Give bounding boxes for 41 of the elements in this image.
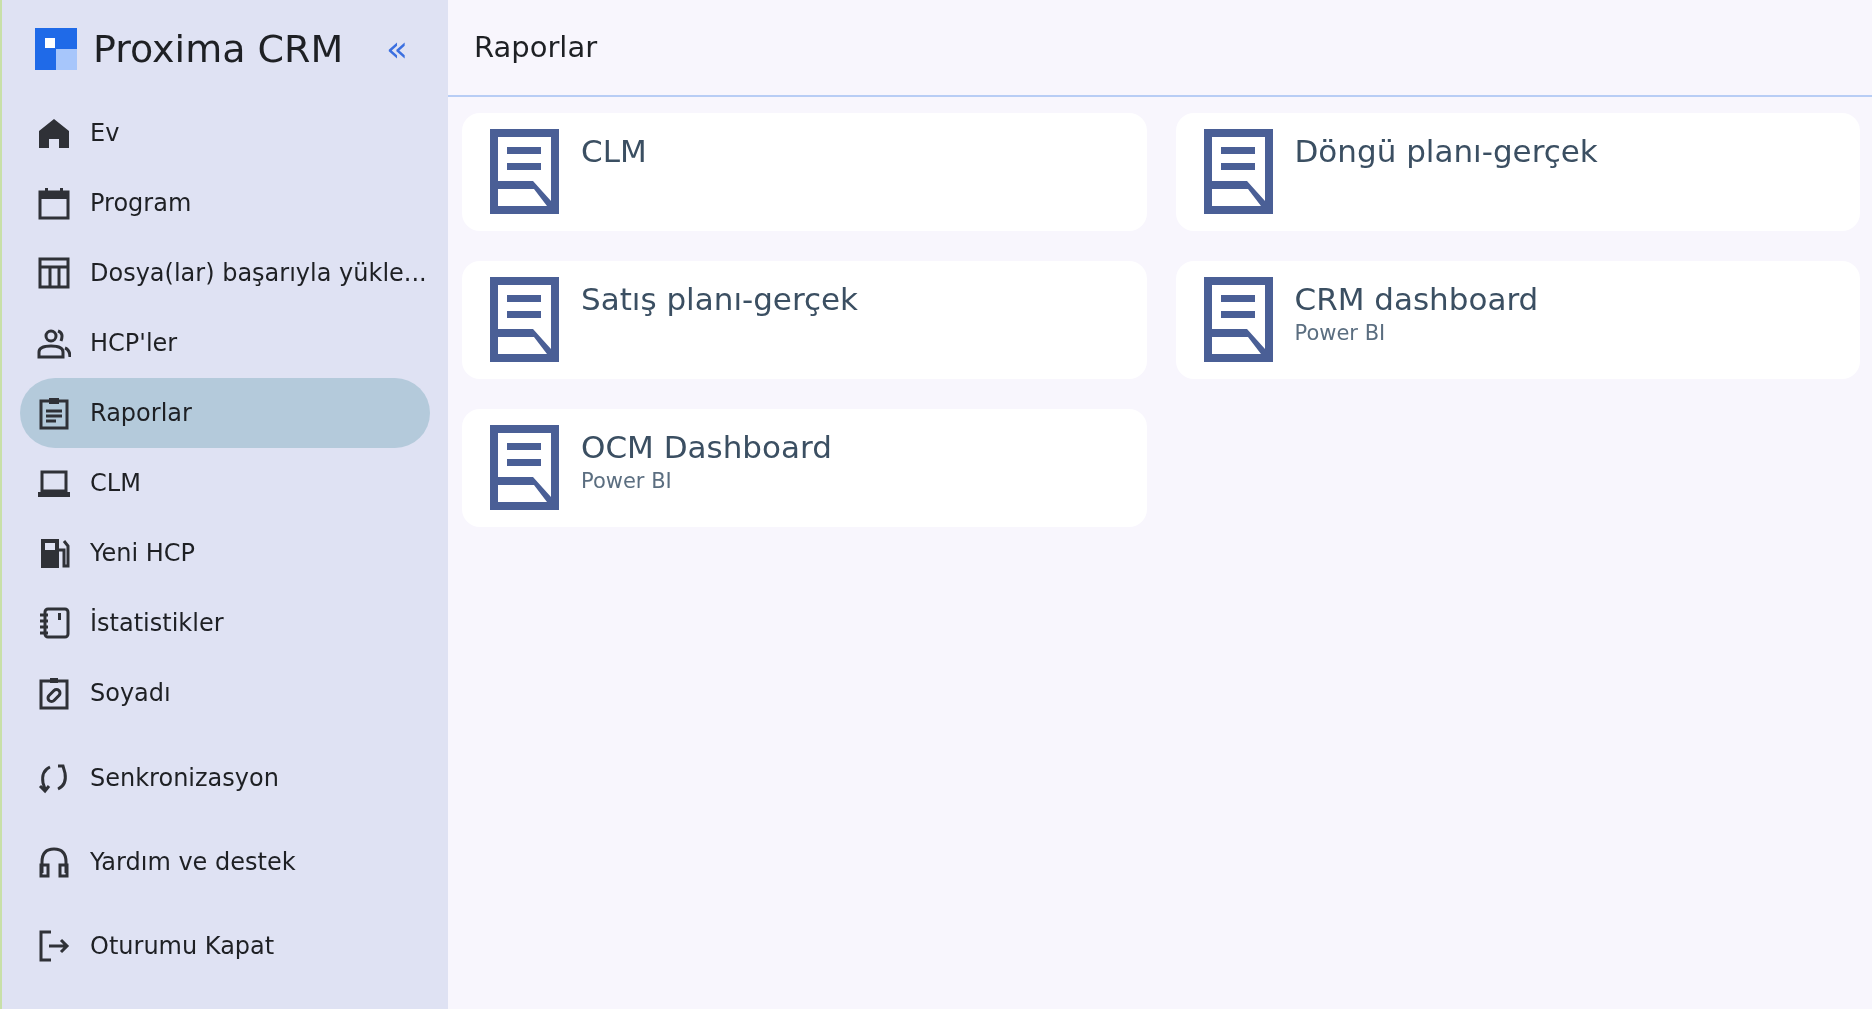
report-card[interactable]: OCM Dashboard Power BI xyxy=(462,409,1147,527)
sidebar-item[interactable]: Dosya(lar) başarıyla yükle... xyxy=(20,238,430,308)
sidebar-item[interactable]: Soyadı xyxy=(20,658,430,728)
logout-icon xyxy=(37,929,71,963)
calendar-icon xyxy=(37,186,71,220)
sidebar-item[interactable]: Program xyxy=(20,168,430,238)
report-title: Döngü planı-gerçek xyxy=(1294,133,1598,171)
report-subtitle: Power BI xyxy=(581,468,673,496)
report-title: Satış planı-gerçek xyxy=(581,281,859,319)
sidebar-item[interactable]: İstatistikler xyxy=(20,588,430,658)
document-icon xyxy=(1203,129,1273,214)
logo-icon xyxy=(35,28,77,70)
sidebar-item[interactable]: HCP'ler xyxy=(20,308,430,378)
sidebar-action[interactable]: Oturumu Kapat xyxy=(20,904,430,988)
document-icon xyxy=(490,425,559,510)
clipboard-icon xyxy=(37,396,71,430)
sidebar-item[interactable]: Yeni HCP xyxy=(20,518,430,588)
report-card[interactable]: Döngü planı-gerçek xyxy=(1175,113,1860,231)
sidebar-action[interactable]: Yardım ve destek xyxy=(20,820,430,904)
headset-icon xyxy=(37,845,71,879)
report-card[interactable]: CLM xyxy=(462,113,1147,231)
home-icon xyxy=(37,116,71,150)
page-title: Raporlar xyxy=(474,28,598,66)
sidebar-item[interactable]: Raporlar xyxy=(20,378,430,448)
sidebar-item[interactable]: CLM xyxy=(20,448,430,518)
report-title: CLM xyxy=(581,133,647,171)
report-title: OCM Dashboard xyxy=(581,429,832,467)
app-title: Proxima CRM xyxy=(93,25,344,73)
document-icon xyxy=(1203,277,1273,362)
document-icon xyxy=(490,129,559,214)
collapse-button[interactable]: « xyxy=(381,31,412,67)
report-card[interactable]: CRM dashboard Power BI xyxy=(1175,261,1860,379)
report-title: CRM dashboard xyxy=(1294,281,1539,319)
sidebar-action[interactable]: Senkronizasyon xyxy=(20,736,430,820)
report-subtitle: Power BI xyxy=(1294,320,1387,348)
document-icon xyxy=(490,277,559,362)
notebook-icon xyxy=(37,606,71,640)
pill-clipboard-icon xyxy=(37,676,71,710)
table-icon xyxy=(37,256,71,290)
report-card[interactable]: Satış planı-gerçek xyxy=(462,261,1147,379)
sidebar-item[interactable]: Ev xyxy=(20,98,430,168)
